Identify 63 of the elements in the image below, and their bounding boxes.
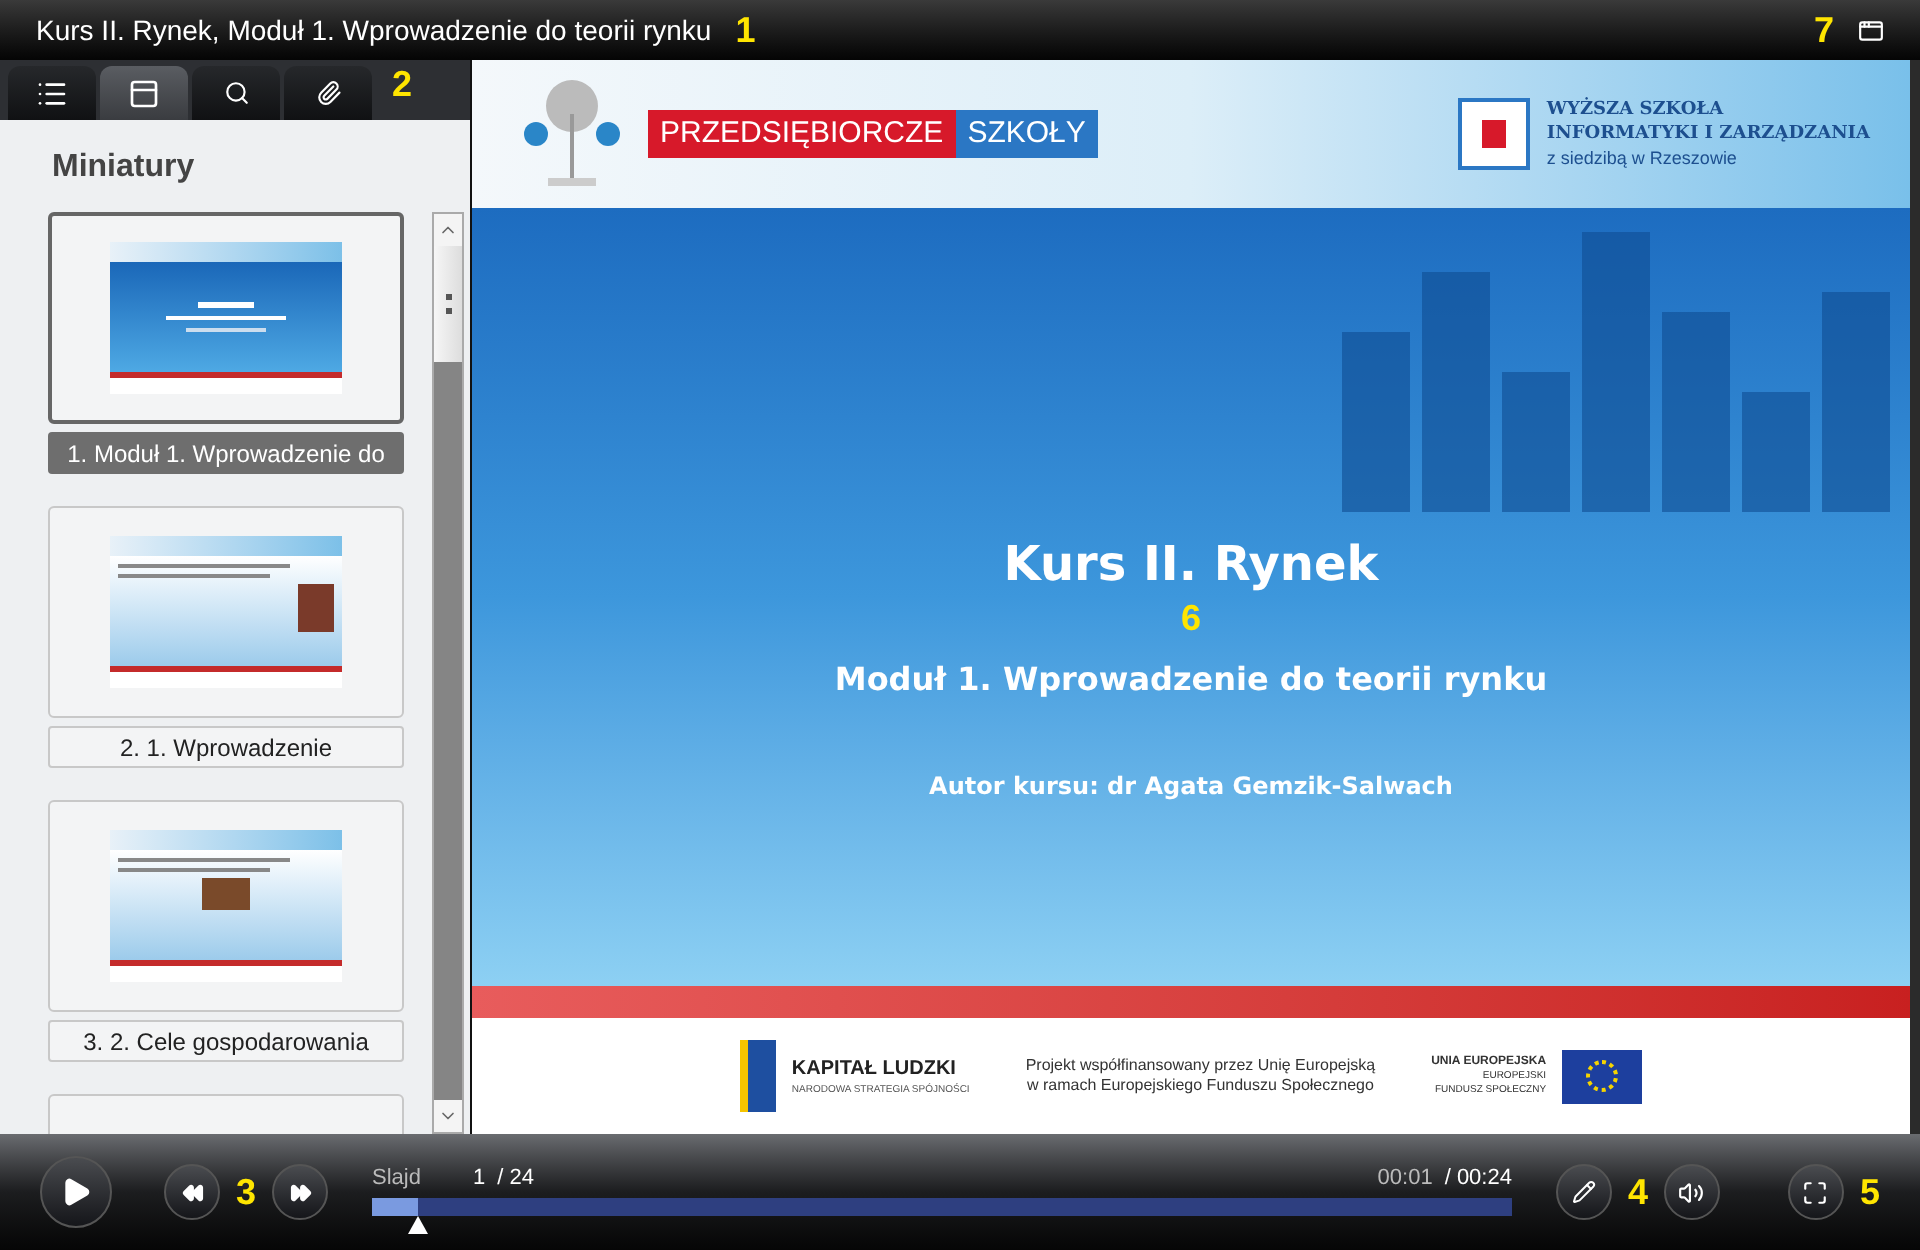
sidebar-tab[interactable] xyxy=(100,66,188,120)
building-drawing xyxy=(1502,372,1570,512)
play-button[interactable] xyxy=(40,1156,112,1228)
fullscreen-icon xyxy=(1802,1179,1829,1205)
thumbnail-frame[interactable] xyxy=(48,800,404,1012)
school-location: z siedzibą w Rzeszowie xyxy=(1546,146,1739,170)
callout-number: 6 xyxy=(1180,600,1201,636)
slide-author: Autor kursu: dr Agata Gemzik-Salwach xyxy=(929,770,1453,804)
rewind-button[interactable] xyxy=(164,1164,220,1220)
scrollbar[interactable] xyxy=(432,212,464,1134)
scroll-down-button[interactable] xyxy=(434,1100,462,1132)
slide-title: Kurs II. Rynek xyxy=(1003,534,1379,596)
play-icon xyxy=(60,1176,92,1208)
project-note: Projekt współfinansowany przez Unię Europejską xyxy=(1025,1056,1376,1076)
thumbnail-label[interactable]: 3. 2. Cele gospodarowania xyxy=(48,1020,404,1062)
window-icon[interactable] xyxy=(1858,17,1884,43)
paperclip-icon xyxy=(315,80,341,106)
list-icon xyxy=(36,77,68,109)
time-elapsed: 00:01 xyxy=(1377,1163,1433,1194)
fast-forward-button[interactable] xyxy=(272,1164,329,1220)
volume-button[interactable] xyxy=(1663,1164,1720,1220)
callout-number: 3 xyxy=(236,1174,257,1210)
time-total: / 00:24 xyxy=(1444,1163,1512,1194)
logo-title: KAPITAŁ LUDZKI xyxy=(791,1055,958,1083)
brand-label: SZKOŁY xyxy=(955,109,1098,159)
school-name: INFORMATYKI I ZARZĄDZANIA xyxy=(1546,122,1870,146)
fullscreen-button[interactable] xyxy=(1787,1164,1844,1220)
thumbnail-label[interactable]: 2. 1. Wprowadzenie xyxy=(48,726,404,768)
progress-track[interactable] xyxy=(372,1198,1512,1217)
slide-subtitle: Moduł 1. Wprowadzenie do teorii rynku xyxy=(834,658,1548,702)
sidebar-tab[interactable] xyxy=(8,66,96,120)
slide-label: Slajd xyxy=(372,1163,421,1194)
sidebar-tab[interactable] xyxy=(192,66,280,120)
eu-flag-icon xyxy=(1562,1049,1643,1103)
scroll-up-button[interactable] xyxy=(434,214,462,246)
building-drawing xyxy=(1742,392,1810,512)
project-note: w ramach Europejskiego Funduszu Społecznego xyxy=(1026,1076,1374,1096)
speaker-icon xyxy=(1678,1179,1705,1205)
window-title: Kurs II. Rynek, Moduł 1. Wprowadzenie do teorii rynku xyxy=(36,11,712,50)
callout-number: 4 xyxy=(1627,1174,1648,1210)
panel-title: Miniatury xyxy=(52,150,195,184)
flag-logo-icon xyxy=(739,1040,776,1112)
callout-number: 2 xyxy=(392,64,413,104)
search-icon xyxy=(223,80,249,106)
sidebar-tab[interactable] xyxy=(284,66,372,120)
brand-label: PRZEDSIĘBIORCZE xyxy=(648,109,956,159)
scroll-thumb[interactable] xyxy=(434,246,462,362)
annotate-button[interactable] xyxy=(1555,1164,1612,1220)
rewind-icon xyxy=(181,1181,203,1203)
pencil-icon xyxy=(1571,1180,1596,1204)
thumbnail-frame[interactable] xyxy=(48,506,404,718)
callout-number: 1 xyxy=(735,12,756,48)
thumbnail-label[interactable]: 1. Moduł 1. Wprowadzenie do xyxy=(48,432,404,474)
school-name: WYŻSZA SZKOŁA xyxy=(1546,98,1726,122)
thumbnail-frame[interactable] xyxy=(48,212,404,424)
slide-number: 1 xyxy=(472,1163,486,1194)
slide-count: / 24 xyxy=(497,1163,534,1194)
school-crest-icon xyxy=(1458,98,1531,170)
fast-forward-icon xyxy=(289,1181,312,1203)
callout-number: 5 xyxy=(1859,1174,1880,1210)
progress-handle[interactable] xyxy=(407,1216,428,1235)
callout-number: 7 xyxy=(1813,12,1834,48)
window-icon xyxy=(128,77,160,109)
